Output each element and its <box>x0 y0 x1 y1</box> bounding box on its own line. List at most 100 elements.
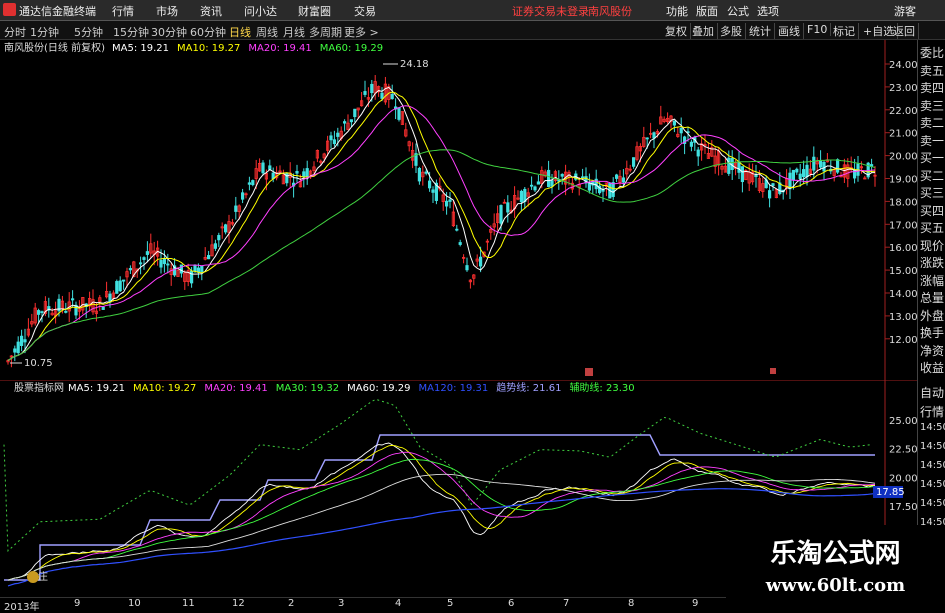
candle-body <box>64 310 68 313</box>
candle-body <box>179 264 183 274</box>
period-1min[interactable]: 1分钟 <box>30 24 59 40</box>
main-chart-header: 南风股份(日线 前复权) <box>4 41 105 54</box>
menu-banmian[interactable]: 版面 <box>696 3 718 19</box>
menu-shichang[interactable]: 市场 <box>156 3 178 19</box>
candle-body <box>689 141 694 147</box>
quote-panel-item: 买二 <box>920 168 945 183</box>
stock-name: 南风股份 <box>588 5 632 18</box>
candle-body <box>329 135 333 141</box>
y-tick-label: 12.00 <box>889 335 918 346</box>
x-axis-tick: 6 <box>508 598 515 609</box>
candle-body <box>611 182 615 197</box>
high-price-label: 24.18 <box>400 59 429 70</box>
candle-body <box>802 169 806 178</box>
side-panel-item[interactable]: 14:50 <box>920 479 945 490</box>
legend-item: MA5: 19.21 <box>112 43 169 54</box>
period-15min[interactable]: 15分钟 <box>113 24 149 40</box>
x-axis-tick: 12 <box>232 598 245 609</box>
main-chart-legend: MA5: 19.21 MA10: 19.27 MA20: 19.41 MA60: 19… <box>112 43 383 54</box>
candle-body <box>730 157 734 170</box>
menu-xuanxiang[interactable]: 选项 <box>757 3 779 19</box>
side-panel-item[interactable]: 14:50 <box>920 460 945 471</box>
candle-body <box>380 92 384 99</box>
btn-biaoji[interactable]: 标记 <box>830 23 859 39</box>
candlestick-chart[interactable]: 24.00 23.00 22.00 21.00 20.00 19.00 18.00 17.00… <box>0 40 945 380</box>
menu-wenxiaoda[interactable]: 问小达 <box>244 3 277 19</box>
quote-panel-item: 委比 <box>920 46 945 60</box>
menu-caifuquan[interactable]: 财富圈 <box>298 3 331 19</box>
side-panel-item[interactable]: 自动 <box>920 384 944 401</box>
quote-panel-item: 卖二 <box>920 116 945 130</box>
login-warning[interactable]: 证券交易未登录 <box>512 3 589 19</box>
legend-item: MA60: 19.29 <box>347 383 410 394</box>
y-tick-label: 20.00 <box>889 152 918 163</box>
candle-body <box>336 132 340 137</box>
period-60min[interactable]: 60分钟 <box>190 24 226 40</box>
candle-body <box>788 172 792 190</box>
candle-body <box>353 108 357 118</box>
period-weekly[interactable]: 周线 <box>256 24 278 40</box>
btn-diejia[interactable]: 叠加 <box>689 23 718 39</box>
candle-body <box>550 180 554 187</box>
period-5min[interactable]: 5分钟 <box>74 24 103 40</box>
watermark-url: www.60lt.com <box>765 575 906 596</box>
side-panel-item[interactable]: 14:50 <box>920 422 945 433</box>
candle-body <box>101 306 105 310</box>
event-marker-icon[interactable] <box>585 368 593 376</box>
legend-item: MA5: 19.21 <box>68 383 125 394</box>
candle-body <box>285 172 289 184</box>
candle-body <box>754 174 758 178</box>
x-axis-tick: 9 <box>74 598 81 609</box>
y-tick-label: 22.00 <box>889 106 918 117</box>
login-status[interactable]: 游客 <box>894 3 916 19</box>
menu-zixun[interactable]: 资讯 <box>200 3 222 19</box>
period-more[interactable]: 更多 > <box>344 24 379 40</box>
menu-gongneng[interactable]: 功能 <box>666 3 688 19</box>
period-monthly[interactable]: 月线 <box>283 24 305 40</box>
candle-body <box>115 281 119 294</box>
candle-body <box>458 242 462 245</box>
menu-jiaoyi[interactable]: 交易 <box>354 3 376 19</box>
btn-duogu[interactable]: 多股 <box>717 23 746 39</box>
candle-body <box>465 265 469 271</box>
quote-panel-item: 涨幅 <box>920 273 945 288</box>
candle-body <box>142 257 146 260</box>
legend-item: MA10: 19.27 <box>177 43 240 54</box>
menu-hangqing[interactable]: 行情 <box>112 3 134 19</box>
candle-body <box>370 83 374 94</box>
side-panel-item[interactable]: 行情 <box>920 403 944 420</box>
candle-body <box>268 165 272 170</box>
candle-body <box>37 310 41 315</box>
candle-body <box>696 149 700 157</box>
app-logo-icon <box>3 3 16 16</box>
candle-body <box>427 180 432 189</box>
candle-body <box>251 180 255 186</box>
x-axis-tick: 7 <box>563 598 570 609</box>
candle-body <box>836 159 840 173</box>
candle-body <box>547 169 551 188</box>
period-multi[interactable]: 多周期 <box>309 24 342 40</box>
x-axis-tick: 2013年 <box>4 602 40 613</box>
period-daily[interactable]: 日线 <box>229 24 251 40</box>
side-panel-item[interactable]: 14:50 <box>920 498 945 509</box>
btn-huaxian[interactable]: 画线 <box>775 23 804 39</box>
menu-gongshi[interactable]: 公式 <box>727 3 749 19</box>
x-axis-tick: 3 <box>338 598 345 609</box>
btn-fuquan[interactable]: 复权 <box>662 23 691 39</box>
btn-fanhui[interactable]: 返回 <box>890 23 919 39</box>
event-marker-icon[interactable] <box>770 368 776 374</box>
btn-tongji[interactable]: 统计 <box>746 23 775 39</box>
candle-body <box>672 120 677 126</box>
indicator-y-tick: 22.50 <box>889 445 918 456</box>
btn-f10[interactable]: F10 <box>804 23 832 36</box>
period-toolbar: 分时 1分钟 5分钟 15分钟 30分钟 60分钟 日线 周线 月线 多周期 更… <box>0 21 945 40</box>
legend-item: 趋势线: 21.61 <box>496 381 561 394</box>
quote-panel-item: 买五 <box>920 221 945 235</box>
side-panel-item[interactable]: 14:50 <box>920 441 945 452</box>
app-title: 通达信金融终端 <box>19 5 96 18</box>
period-30min[interactable]: 30分钟 <box>151 24 187 40</box>
indicator-y-tick: 20.00 <box>889 473 918 484</box>
candle-body <box>455 228 459 231</box>
indicator-y-tick: 17.50 <box>889 502 918 513</box>
period-fenshi[interactable]: 分时 <box>4 24 26 40</box>
